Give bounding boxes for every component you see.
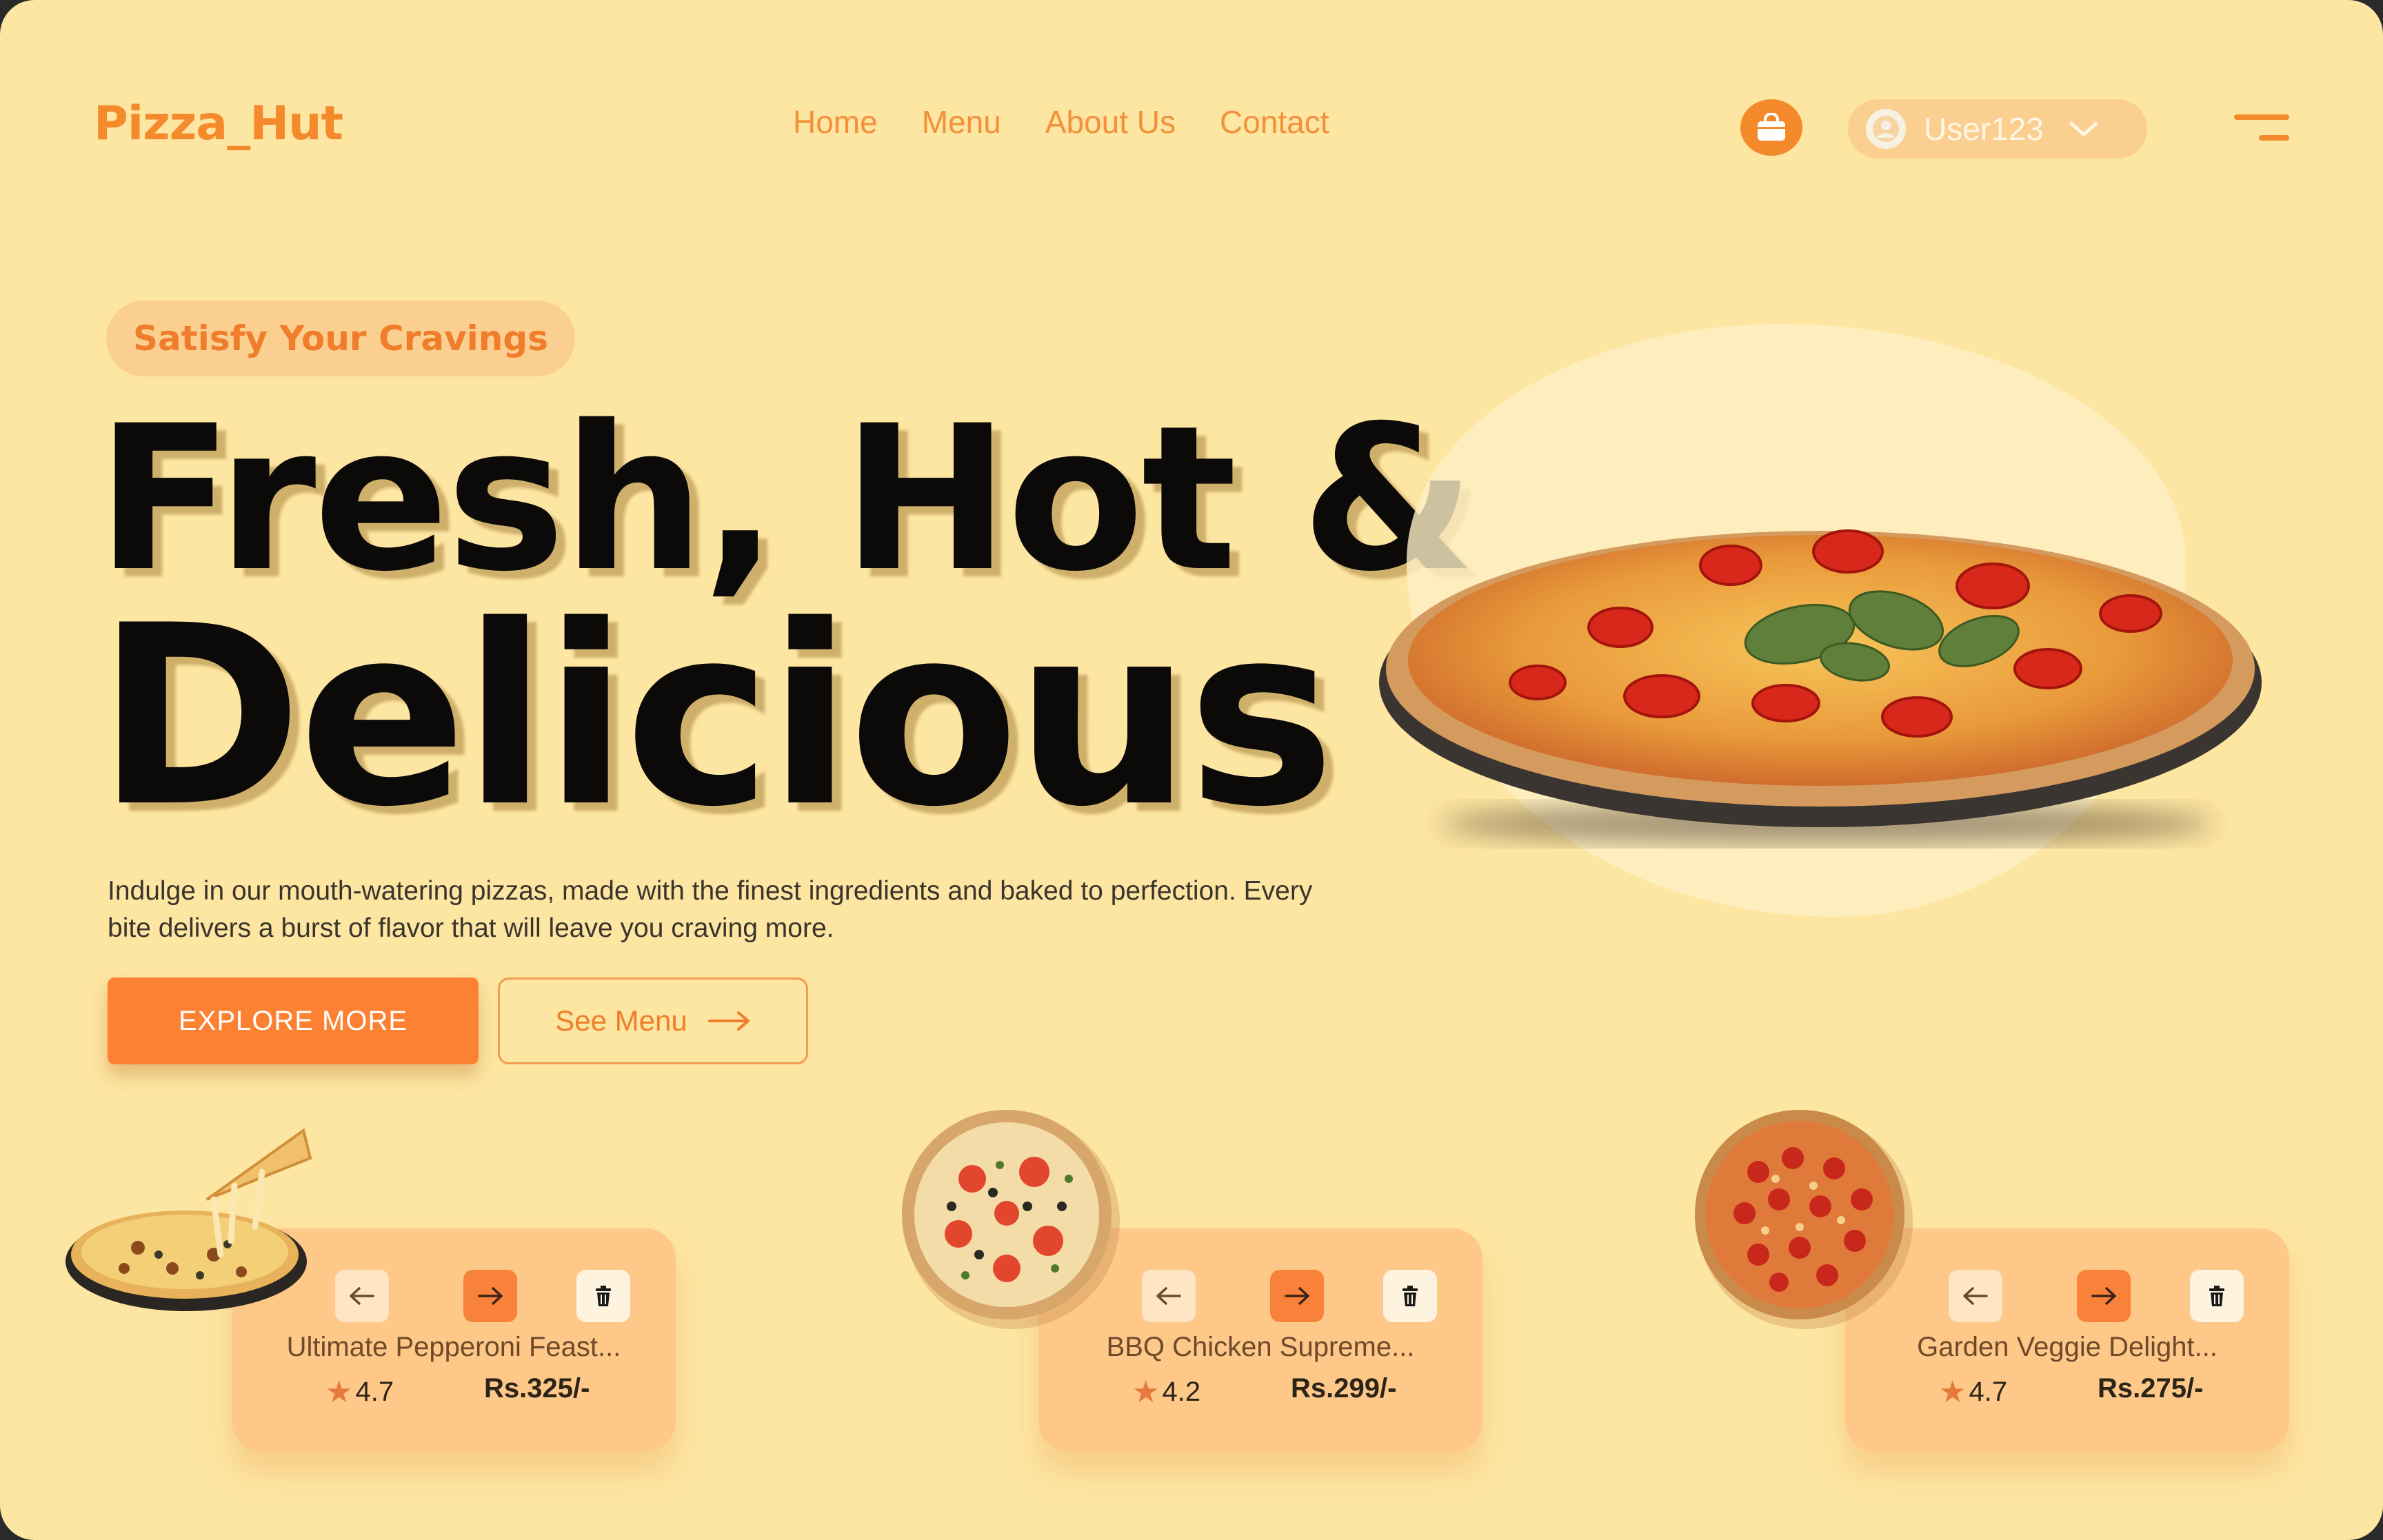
see-menu-label: See Menu <box>555 1004 687 1037</box>
product-price: Rs.299/- <box>1291 1373 1397 1404</box>
arrow-right-icon <box>1285 1287 1309 1305</box>
card-actions <box>1949 1270 2280 1325</box>
next-button[interactable] <box>2077 1270 2131 1322</box>
delete-button[interactable] <box>1383 1270 1437 1322</box>
rating-value: 4.7 <box>1969 1377 2008 1407</box>
trash-icon <box>596 1286 611 1306</box>
product-price: Rs.275/- <box>2098 1373 2204 1404</box>
arrow-left-icon <box>1156 1287 1181 1305</box>
product-rating: ★ 4.2 <box>1132 1375 1200 1410</box>
product-price: Rs.325/- <box>484 1373 590 1404</box>
product-image-bbq-chicken <box>902 1110 1120 1329</box>
see-menu-button[interactable]: See Menu <box>498 977 808 1064</box>
nav-home[interactable]: Home <box>793 103 878 141</box>
product-name: Ultimate Pepperoni Feast... <box>286 1332 621 1362</box>
arrow-left-icon <box>1963 1287 1988 1305</box>
user-name: User123 <box>1924 111 2044 147</box>
card-actions <box>335 1270 666 1325</box>
next-button[interactable] <box>1270 1270 1324 1322</box>
tagline-badge: Satisfy Your Cravings <box>106 301 575 376</box>
nav-menu[interactable]: Menu <box>922 103 1001 141</box>
hamburger-menu-icon[interactable] <box>2234 110 2289 145</box>
arrow-left-icon <box>350 1287 374 1305</box>
product-image-pepperoni <box>66 1128 312 1311</box>
page: Pizza_Hut Home Menu About Us Contact Use… <box>0 0 2383 1540</box>
product-rating: ★ 4.7 <box>1939 1375 2007 1410</box>
product-name: BBQ Chicken Supreme... <box>1106 1332 1415 1362</box>
prev-button[interactable] <box>1142 1270 1196 1322</box>
main-nav: Home Menu About Us Contact <box>793 103 1329 141</box>
rating-value: 4.2 <box>1162 1377 1201 1407</box>
hero-description: Indulge in our mouth-watering pizzas, ma… <box>108 876 1313 943</box>
hero-headline: Fresh, Hot & Delicious <box>97 383 1476 861</box>
brand-logo[interactable]: Pizza_Hut <box>94 97 343 151</box>
delete-button[interactable] <box>576 1270 630 1322</box>
nav-about-us[interactable]: About Us <box>1045 103 1176 141</box>
next-button[interactable] <box>463 1270 517 1322</box>
product-image-garden-veggie <box>1695 1110 1913 1329</box>
nav-contact[interactable]: Contact <box>1220 103 1329 141</box>
product-rating: ★ 4.7 <box>325 1375 394 1410</box>
rating-value: 4.7 <box>355 1377 394 1407</box>
arrow-right-icon <box>707 1011 750 1031</box>
headline-line-2: Delicious <box>97 572 1335 861</box>
star-icon: ★ <box>325 1375 353 1409</box>
headline-line-1: Fresh, Hot & <box>97 383 1476 616</box>
trash-icon <box>2209 1286 2224 1306</box>
prev-button[interactable] <box>335 1270 389 1322</box>
chevron-down-icon <box>2069 121 2098 136</box>
user-menu[interactable]: User123 <box>1848 99 2147 159</box>
product-name: Garden Veggie Delight... <box>1917 1332 2218 1362</box>
card-actions <box>1142 1270 1473 1325</box>
prev-button[interactable] <box>1949 1270 2002 1322</box>
star-icon: ★ <box>1939 1375 1967 1409</box>
arrow-right-icon <box>478 1287 503 1305</box>
delete-button[interactable] <box>2190 1270 2244 1322</box>
explore-more-button[interactable]: EXPLORE MORE <box>108 977 479 1064</box>
arrow-right-icon <box>2091 1287 2116 1305</box>
cart-button[interactable] <box>1740 99 1802 156</box>
shopping-bag-icon <box>1758 113 1785 141</box>
user-avatar-icon <box>1866 109 1906 149</box>
star-icon: ★ <box>1132 1375 1160 1409</box>
hero-pizza-image <box>1379 529 2262 844</box>
trash-icon <box>1402 1286 1418 1306</box>
